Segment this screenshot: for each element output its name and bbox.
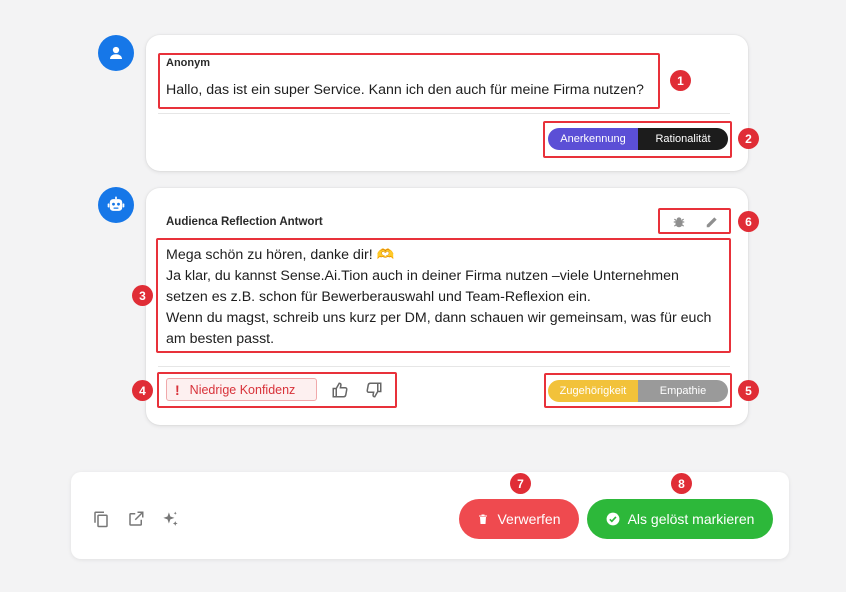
highlight-bot-message [156, 238, 731, 353]
user-icon [110, 46, 122, 59]
highlight-bot-tags [544, 373, 732, 408]
callout-5: 5 [738, 380, 759, 401]
resolve-button[interactable]: Als gelöst markieren [587, 499, 773, 539]
open-external-button[interactable] [126, 509, 146, 529]
callout-3: 3 [132, 285, 153, 306]
trash-icon [479, 514, 488, 524]
discard-label: Verwerfen [497, 511, 561, 527]
callout-8: 8 [671, 473, 692, 494]
highlight-user-message [158, 53, 660, 109]
bot-avatar [98, 187, 134, 223]
sparkles-icon [162, 511, 178, 526]
robot-icon [107, 196, 125, 211]
user-avatar [98, 35, 134, 71]
bot-title: Audienca Reflection Antwort [166, 216, 323, 228]
copy-icon [94, 511, 108, 528]
resolve-label: Als gelöst markieren [627, 511, 755, 527]
highlight-user-tags [543, 121, 732, 158]
discard-button[interactable]: Verwerfen [459, 499, 579, 539]
open-external-icon [129, 511, 144, 526]
callout-4: 4 [132, 380, 153, 401]
highlight-feedback [157, 372, 397, 408]
callout-7: 7 [510, 473, 531, 494]
callout-6: 6 [738, 211, 759, 232]
callout-2: 2 [738, 128, 759, 149]
highlight-bot-tools [658, 208, 731, 234]
check-circle-icon [606, 512, 619, 526]
user-card-divider [158, 113, 730, 114]
callout-1: 1 [670, 70, 691, 91]
ai-suggest-button[interactable] [160, 509, 180, 529]
copy-button[interactable] [91, 509, 111, 529]
bot-card-divider [158, 366, 730, 367]
